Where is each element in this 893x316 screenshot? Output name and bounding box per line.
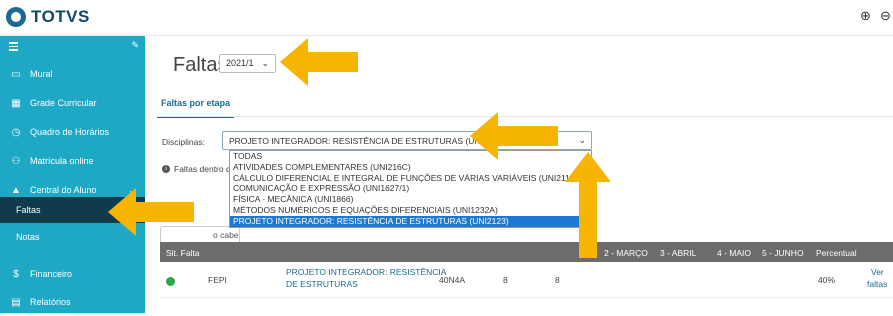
table-row: FEPI PROJETO INTEGRADOR: RESISTÊNCIA DE … <box>160 262 893 298</box>
column-header: Sit. Falta <box>166 248 200 258</box>
sidebar-item-label: Quadro de Horários <box>30 127 110 137</box>
sidebar-item-relatorios[interactable]: ▤ Relatórios <box>0 288 145 316</box>
dollar-icon: $ <box>13 268 19 280</box>
dropdown-option[interactable]: COMUNICAÇÃO E EXPRESSÃO (UNI1627/1) <box>230 183 591 194</box>
dropdown-option[interactable]: CÁLCULO DIFERENCIAL E INTEGRAL DE FUNÇÕE… <box>230 173 591 184</box>
disciplinas-label: Disciplinas: <box>162 137 205 147</box>
sidebar-item-grade-curricular[interactable]: ▦ Grade Curricular <box>0 89 145 117</box>
cell-percentual: 40% <box>818 275 836 285</box>
sidebar-item-label: Matrícula online <box>30 156 94 166</box>
table-header: Sit. Falta 2 - MARÇO 3 - ABRIL 4 - MAIO … <box>160 242 893 262</box>
column-header: 3 - ABRIL <box>660 248 697 258</box>
cell-turma: 40N4A <box>439 275 465 285</box>
annotation-arrow-up <box>565 152 611 258</box>
sidebar: ✎ ▭ Mural ▦ Grade Curricular ◷ Quadro de… <box>0 36 145 313</box>
cell-value: 8 <box>555 275 560 285</box>
sidebar-item-label: Mural <box>30 69 53 79</box>
cell-code: FEPI <box>208 275 227 285</box>
sidebar-item-label: Grade Curricular <box>30 98 97 108</box>
dropdown-option[interactable]: ATIVIDADES COMPLEMENTARES (UNI216C) <box>230 162 591 173</box>
user-plus-icon: ⚇ <box>11 155 21 167</box>
ver-faltas-link[interactable]: faltas <box>867 279 887 289</box>
cell-value: 8 <box>503 275 508 285</box>
ver-faltas-link[interactable]: Ver <box>871 267 884 277</box>
sidebar-item-label: Financeiro <box>30 269 73 279</box>
sidebar-item-matricula-online[interactable]: ⚇ Matrícula online <box>0 147 145 175</box>
info-message: i Faltas dentro d <box>162 164 231 174</box>
disciplinas-value: PROJETO INTEGRADOR: RESISTÊNCIA DE ESTRU… <box>229 136 505 146</box>
dropdown-option-selected[interactable]: PROJETO INTEGRADOR: RESISTÊNCIA DE ESTRU… <box>230 215 591 227</box>
sidebar-item-mural[interactable]: ▭ Mural <box>0 60 145 88</box>
period-select[interactable]: 2021/1 ⌄ <box>219 53 277 73</box>
sidebar-item-label: Relatórios <box>30 297 71 307</box>
zoom-in-icon[interactable]: ⊕ <box>860 8 871 24</box>
dropdown-option[interactable]: FÍSICA - MECÂNICA (UNI1866) <box>230 194 591 205</box>
totvs-logo-icon <box>6 7 26 27</box>
annotation-arrow-faltas <box>108 188 194 236</box>
annotation-arrow-period <box>280 38 358 86</box>
main-content: Faltas: 2021/1 ⌄ Faltas por etapa Discip… <box>145 36 893 313</box>
zoom-out-icon[interactable]: ⊖ <box>880 8 891 24</box>
cell-discipline-line2: DE ESTRUTURAS <box>286 279 358 289</box>
top-bar: TOTVS ⊕ ⊖ <box>0 0 893 36</box>
cell-discipline-line1: PROJETO INTEGRADOR: RESISTÊNCIA <box>286 267 447 277</box>
pin-icon[interactable]: ✎ <box>131 40 139 51</box>
annotation-arrow-disciplinas <box>470 112 558 160</box>
hamburger-menu-icon[interactable] <box>9 42 18 53</box>
sidebar-item-quadro-horarios[interactable]: ◷ Quadro de Horários <box>0 118 145 146</box>
dropdown-option[interactable]: MÉTODOS NUMÉRICOS E EQUAÇÕES DIFERENCIAI… <box>230 205 591 216</box>
sidebar-item-label: Notas <box>16 232 40 242</box>
sidebar-item-label: Central do Aluno <box>30 185 97 195</box>
column-header: 5 - JUNHO <box>762 248 804 258</box>
totvs-logo[interactable]: TOTVS <box>6 7 90 27</box>
column-header: 4 - MAIO <box>717 248 752 258</box>
monitor-icon: ▭ <box>11 68 21 80</box>
sidebar-item-financeiro[interactable]: $ Financeiro <box>0 260 145 288</box>
disciplinas-dropdown[interactable]: TODAS ATIVIDADES COMPLEMENTARES (UNI216C… <box>229 150 592 228</box>
brand-name: TOTVS <box>31 7 90 26</box>
column-header: Percentual <box>816 248 857 258</box>
info-icon: i <box>162 165 170 173</box>
clock-icon: ◷ <box>11 126 21 138</box>
info-text: Faltas dentro d <box>174 164 231 174</box>
grid-icon: ▦ <box>11 97 21 109</box>
chevron-down-icon: ⌄ <box>578 135 586 145</box>
sidebar-item-label: Faltas <box>16 205 41 215</box>
graduation-cap-icon: ▲ <box>11 184 21 196</box>
chevron-down-icon: ⌄ <box>261 58 270 68</box>
status-ok-icon <box>166 277 175 286</box>
period-value: 2021/1 <box>226 58 254 68</box>
tab-faltas-por-etapa[interactable]: Faltas por etapa <box>157 98 235 118</box>
document-icon: ▤ <box>11 296 21 308</box>
